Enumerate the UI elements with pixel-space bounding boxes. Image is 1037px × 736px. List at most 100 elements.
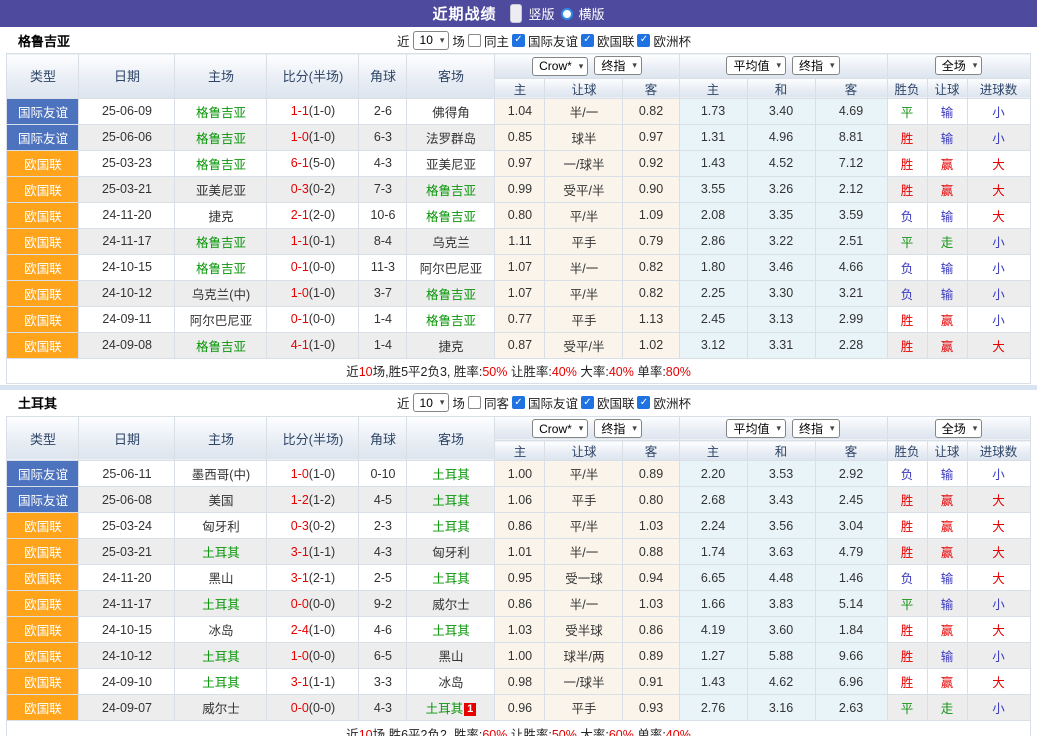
match-score: 4-1(1-0) [267, 332, 359, 358]
scope-select-group: 全场▾ [887, 54, 1030, 79]
average-select[interactable]: 平均值▾ [726, 56, 786, 75]
competition-checkbox-2[interactable] [637, 396, 650, 409]
handicap-odds-cell: 0.95 [495, 565, 545, 591]
average-odds-cell: 4.52 [747, 150, 815, 176]
summary-text: 场,胜6平2负2, 胜率: [373, 728, 483, 736]
vertical-layout-radio[interactable] [510, 4, 522, 23]
result-indicator: 赢 [927, 306, 967, 332]
layout-radio-group: 竖版 横版 [510, 4, 604, 23]
team-name: 格鲁吉亚 [18, 31, 70, 50]
average-odds-cell: 6.96 [815, 669, 887, 695]
full-time-score: 1-0 [291, 467, 309, 481]
result-indicator: 小 [967, 306, 1030, 332]
same-venue-checkbox[interactable] [468, 396, 481, 409]
competition-checkbox-0[interactable] [512, 396, 525, 409]
full-time-score: 1-2 [291, 493, 309, 507]
average-odds-cell: 2.45 [815, 487, 887, 513]
column-subheader: 胜负 [887, 441, 927, 461]
result-indicator: 平 [887, 98, 927, 124]
competition-checkbox-0[interactable] [512, 34, 525, 47]
table-row: 欧国联25-03-23格鲁吉亚6-1(5-0)4-3亚美尼亚0.97一/球半0.… [7, 150, 1030, 176]
result-indicator: 小 [967, 254, 1030, 280]
average-odds-cell: 3.60 [747, 617, 815, 643]
average-odds-cell: 3.56 [747, 513, 815, 539]
competition-checkbox-1[interactable] [581, 34, 594, 47]
match-score: 0-3(0-2) [267, 513, 359, 539]
table-row: 国际友谊25-06-06格鲁吉亚1-0(1-0)6-3法罗群岛0.85球半0.9… [7, 124, 1030, 150]
odds-source-select[interactable]: Crow*▾ [532, 57, 588, 76]
away-team: 乌克兰 [407, 228, 495, 254]
handicap-odds-cell: 0.80 [623, 487, 679, 513]
corner-score: 1-4 [359, 332, 407, 358]
handicap-odds-cell: 1.00 [495, 461, 545, 487]
chevron-down-icon: ▾ [776, 424, 781, 433]
column-header: 日期 [79, 416, 175, 461]
competition-checkbox-1[interactable] [581, 396, 594, 409]
result-indicator: 赢 [927, 617, 967, 643]
average-odds-cell: 1.80 [679, 254, 747, 280]
result-indicator: 赢 [927, 513, 967, 539]
same-venue-checkbox[interactable] [468, 34, 481, 47]
table-row: 欧国联25-03-21亚美尼亚0-3(0-2)7-3格鲁吉亚0.99受平/半0.… [7, 176, 1030, 202]
full-time-score: 1-1 [291, 234, 309, 248]
chevron-down-icon: ▾ [440, 398, 445, 407]
handicap-odds-cell: 0.87 [495, 332, 545, 358]
average-odds-cell: 2.51 [815, 228, 887, 254]
match-type-badge: 国际友谊 [7, 487, 79, 513]
column-subheader: 让球 [545, 441, 623, 461]
team-section-1: 土耳其近10▾场同客国际友谊欧国联欧洲杯类型日期主场比分(半场)角球客场Crow… [0, 390, 1037, 736]
handicap-odds-cell: 0.86 [623, 617, 679, 643]
near-label: 近 [397, 31, 410, 50]
scope-select[interactable]: 全场▾ [935, 419, 983, 438]
odds-source-select[interactable]: Crow*▾ [532, 419, 588, 438]
average-select-value: 平均值 [733, 420, 769, 437]
handicap-odds-cell: 0.90 [623, 176, 679, 202]
result-indicator: 大 [967, 565, 1030, 591]
match-count-select[interactable]: 10▾ [413, 393, 450, 412]
match-count-select[interactable]: 10▾ [413, 31, 450, 50]
average-final-select[interactable]: 终指▾ [792, 56, 840, 75]
match-score: 0-1(0-0) [267, 306, 359, 332]
average-select[interactable]: 平均值 ▾ [726, 419, 786, 438]
average-odds-cell: 2.24 [679, 513, 747, 539]
average-odds-cell: 3.55 [679, 176, 747, 202]
handicap-odds-cell: 0.94 [623, 565, 679, 591]
match-type-badge: 欧国联 [7, 280, 79, 306]
away-team: 阿尔巴尼亚 [407, 254, 495, 280]
table-row: 欧国联24-11-17土耳其0-0(0-0)9-2威尔士0.86半/一1.031… [7, 591, 1030, 617]
average-odds-cell: 2.12 [815, 176, 887, 202]
handicap-odds-cell: 0.77 [495, 306, 545, 332]
table-row: 欧国联24-11-20捷克2-1(2-0)10-6格鲁吉亚0.80平/半1.09… [7, 202, 1030, 228]
handicap-odds-cell: 0.97 [623, 124, 679, 150]
column-header: 主场 [175, 416, 267, 461]
average-final-select[interactable]: 终指▾ [792, 419, 840, 438]
column-subheader: 和 [747, 441, 815, 461]
handicap-odds-cell: 0.82 [623, 280, 679, 306]
handicap-odds-cell: 半/一 [545, 254, 623, 280]
half-time-score: (0-0) [309, 312, 335, 326]
competition-label-2: 欧洲杯 [653, 31, 691, 50]
home-team: 土耳其 [175, 539, 267, 565]
odds-final-select[interactable]: 终指▾ [594, 419, 642, 438]
handicap-odds-cell: 1.02 [623, 332, 679, 358]
full-time-score: 0-0 [291, 701, 309, 715]
result-indicator: 输 [927, 124, 967, 150]
scope-select[interactable]: 全场▾ [935, 56, 983, 75]
handicap-odds-cell: 1.09 [623, 202, 679, 228]
result-indicator: 小 [967, 695, 1030, 721]
home-team: 格鲁吉亚 [175, 98, 267, 124]
half-time-score: (1-2) [309, 493, 335, 507]
odds-source-select-value: Crow* [539, 422, 572, 436]
summary-text: 80% [666, 365, 691, 379]
home-team: 冰岛 [175, 617, 267, 643]
odds-final-select-value: 终指 [601, 57, 625, 74]
horizontal-layout-radio[interactable] [561, 8, 573, 20]
competition-checkbox-2[interactable] [637, 34, 650, 47]
match-score: 0-3(0-2) [267, 176, 359, 202]
result-indicator: 输 [927, 254, 967, 280]
match-score: 2-4(1-0) [267, 617, 359, 643]
average-odds-cell: 9.66 [815, 643, 887, 669]
handicap-odds-cell: 1.01 [495, 539, 545, 565]
odds-final-select[interactable]: 终指▾ [594, 56, 642, 75]
result-indicator: 平 [887, 591, 927, 617]
